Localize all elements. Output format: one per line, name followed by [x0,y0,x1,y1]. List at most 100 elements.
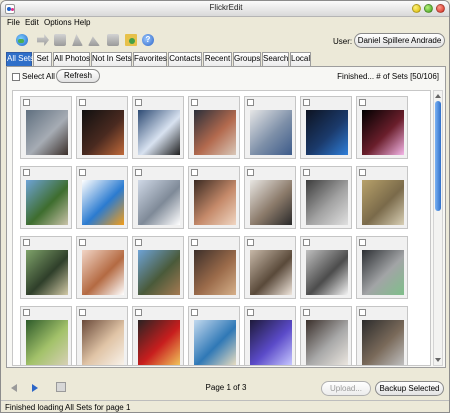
photo-set-checkbox[interactable] [303,239,310,246]
help-icon[interactable]: ? [142,34,154,46]
photo-set-card[interactable] [244,166,296,229]
photo-set-checkbox[interactable] [79,99,86,106]
photo-set-card[interactable] [300,166,352,229]
photo-thumbnail[interactable] [26,180,68,225]
photo-thumbnail[interactable] [194,250,236,295]
stop-icon[interactable] [54,34,66,46]
photo-thumbnail[interactable] [194,320,236,365]
minimize-button[interactable] [412,4,421,13]
photo-set-checkbox[interactable] [247,169,254,176]
photo-thumbnail[interactable] [82,320,124,365]
photo-set-checkbox[interactable] [23,99,30,106]
photo-thumbnail[interactable] [194,180,236,225]
photo-set-checkbox[interactable] [191,239,198,246]
photo-set-checkbox[interactable] [135,309,142,316]
photo-thumbnail[interactable] [250,110,292,155]
photo-set-checkbox[interactable] [23,309,30,316]
photo-set-card[interactable] [132,96,184,159]
photo-set-card[interactable] [132,306,184,365]
photo-thumbnail[interactable] [306,180,348,225]
user-button[interactable]: Daniel Spillere Andrade [354,33,445,48]
photo-thumbnail[interactable] [26,250,68,295]
photo-set-checkbox[interactable] [135,99,142,106]
send-icon[interactable] [37,34,49,46]
photo-set-checkbox[interactable] [135,239,142,246]
menu-edit[interactable]: Edit [25,18,39,27]
sort-icon[interactable] [72,34,83,46]
tab-contacts[interactable]: Contacts [168,52,202,66]
photo-set-card[interactable] [356,166,408,229]
maximize-button[interactable] [424,4,433,13]
photo-thumbnail[interactable] [362,320,404,365]
photo-thumbnail[interactable] [306,320,348,365]
photo-set-checkbox[interactable] [135,169,142,176]
photo-thumbnail[interactable] [138,250,180,295]
photo-set-card[interactable] [356,306,408,365]
photo-set-card[interactable] [244,236,296,299]
photo-set-card[interactable] [244,96,296,159]
photo-set-checkbox[interactable] [79,309,86,316]
photo-set-checkbox[interactable] [359,169,366,176]
photo-set-checkbox[interactable] [247,99,254,106]
menu-help[interactable]: Help [74,18,90,27]
photo-set-card[interactable] [188,96,240,159]
tab-search[interactable]: Search [262,52,289,66]
photo-thumbnail[interactable] [362,110,404,155]
select-all-label[interactable]: Select All [22,72,55,81]
photo-thumbnail[interactable] [82,250,124,295]
menu-file[interactable]: File [7,18,20,27]
globe-icon[interactable] [16,34,28,46]
photo-thumbnail[interactable] [250,180,292,225]
photo-set-checkbox[interactable] [79,169,86,176]
photo-set-card[interactable] [132,236,184,299]
upload-button[interactable]: Upload... [321,381,371,396]
tab-not-in-sets[interactable]: Not In Sets [91,52,132,66]
photo-set-card[interactable] [20,96,72,159]
photo-thumbnail[interactable] [138,320,180,365]
photo-set-card[interactable] [76,306,128,365]
photo-thumbnail[interactable] [362,180,404,225]
photo-set-checkbox[interactable] [303,309,310,316]
photo-set-checkbox[interactable] [191,99,198,106]
photo-set-card[interactable] [300,236,352,299]
scroll-down-icon[interactable] [435,358,441,362]
photo-set-card[interactable] [132,166,184,229]
photo-thumbnail[interactable] [250,320,292,365]
photo-set-checkbox[interactable] [23,169,30,176]
sort-alt-icon[interactable] [88,36,100,46]
tab-groups[interactable]: Groups [233,52,261,66]
photo-thumbnail[interactable] [306,110,348,155]
photo-set-checkbox[interactable] [359,239,366,246]
photo-set-checkbox[interactable] [359,309,366,316]
photo-set-card[interactable] [76,96,128,159]
tab-set[interactable]: Set [33,52,52,66]
photo-icon[interactable] [107,34,119,46]
photo-set-checkbox[interactable] [303,99,310,106]
photo-set-card[interactable] [188,166,240,229]
photo-thumbnail[interactable] [138,110,180,155]
photo-thumbnail[interactable] [306,250,348,295]
photo-set-checkbox[interactable] [191,309,198,316]
close-button[interactable] [436,4,445,13]
photo-thumbnail[interactable] [26,110,68,155]
photo-thumbnail[interactable] [194,110,236,155]
tab-all-sets[interactable]: All Sets [6,52,34,66]
photo-set-card[interactable] [20,306,72,365]
photo-thumbnail[interactable] [82,110,124,155]
backup-selected-button[interactable]: Backup Selected [375,381,444,396]
refresh-button[interactable]: Refresh [56,69,100,83]
photo-set-checkbox[interactable] [79,239,86,246]
tab-local[interactable]: Local [290,52,311,66]
photo-set-card[interactable] [300,306,352,365]
photo-set-checkbox[interactable] [303,169,310,176]
photo-thumbnail[interactable] [138,180,180,225]
photo-set-checkbox[interactable] [23,239,30,246]
photo-set-card[interactable] [244,306,296,365]
photo-set-checkbox[interactable] [359,99,366,106]
photo-set-checkbox[interactable] [191,169,198,176]
photo-set-checkbox[interactable] [247,239,254,246]
vertical-scrollbar[interactable] [433,90,443,366]
photo-thumbnail[interactable] [250,250,292,295]
photo-set-checkbox[interactable] [247,309,254,316]
photo-set-card[interactable] [300,96,352,159]
